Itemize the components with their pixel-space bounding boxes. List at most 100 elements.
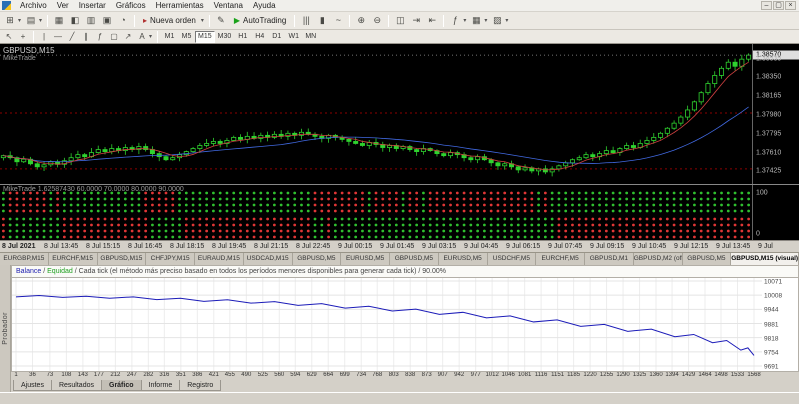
menu-insertar[interactable]: Insertar [74,1,111,10]
menu-ventana[interactable]: Ventana [209,1,248,10]
time-axis-label: 9 Jul 10:45 [632,243,666,250]
timeframe-mn-button[interactable]: MN [302,31,319,43]
balance-x-label: 490 [241,372,251,378]
chart-tab-eurchf-m15[interactable]: EURCHF,M15 [49,253,98,265]
balance-axis-label: 10008 [764,293,782,300]
fibonacci-icon[interactable]: ƒ [93,31,107,43]
tester-tab-informe[interactable]: Informe [141,380,181,391]
timeframe-m30-button[interactable]: M30 [215,31,235,43]
mt4-window: ArchivoVerInsertarGráficosHerramientasVe… [0,0,799,404]
trendline-icon[interactable]: ╱ [65,31,79,43]
balance-x-label: 282 [143,372,153,378]
market-watch-icon[interactable]: ▦ [51,13,67,29]
chart-tab-gbpusd-m2-offline[interactable]: GBPUSD,M2 (offline) [634,253,683,265]
timeframe-d1-button[interactable]: D1 [268,31,285,43]
balance-x-label: 1081 [518,372,531,378]
price-axis-label: 1.37425 [756,168,781,175]
dropdown-caret-icon[interactable]: ▾ [463,17,466,24]
new-order-icon: ▸ [143,17,147,25]
arrows-icon[interactable]: ↗ [121,31,135,43]
time-axis-label: 9 Jul 12:15 [674,243,708,250]
channel-icon[interactable]: ∥ [79,31,93,43]
dropdown-caret-icon[interactable]: ▾ [18,17,21,24]
timeframe-w1-button[interactable]: W1 [285,31,302,43]
chart-tab-usdcad-m15[interactable]: USDCAD,M15 [244,253,293,265]
timeframe-h4-button[interactable]: H4 [251,31,268,43]
chart-tab-chfjpy-m15[interactable]: CHFJPY,M15 [146,253,195,265]
candle-chart-icon[interactable]: ▮ [314,13,330,29]
restore-button[interactable]: ▢ [773,1,784,10]
menu-bar: ArchivoVerInsertarGráficosHerramientasVe… [0,0,799,12]
chart-tab-eurusd-m5[interactable]: EURUSD,M5 [439,253,488,265]
crosshair-icon[interactable]: + [16,31,30,43]
dropdown-caret-icon[interactable]: ▾ [149,33,152,40]
vertical-line-icon[interactable]: | [37,31,51,43]
strategy-tester-icon[interactable]: ◔ [115,13,131,29]
menu-ver[interactable]: Ver [52,1,74,10]
profiles-icon[interactable]: ▤ [23,13,39,29]
timeframe-m1-button[interactable]: M1 [161,31,178,43]
tester-tab-ajustes[interactable]: Ajustes [13,380,52,391]
menu-herramientas[interactable]: Herramientas [151,1,209,10]
chart-tab-eurusd-m5[interactable]: EURUSD,M5 [341,253,390,265]
horizontal-line-icon[interactable]: — [51,31,65,43]
chart-tab-gbpusd-m5[interactable]: GBPUSD,M5 [293,253,342,265]
close-button[interactable]: × [785,1,796,10]
timeframe-h1-button[interactable]: H1 [234,31,251,43]
price-chart-window: GBPUSD,M15 MikeTrade 1.38570 1.385351.38… [0,44,799,184]
timeframe-m15-button[interactable]: M15 [195,31,215,43]
menu-archivo[interactable]: Archivo [15,1,52,10]
text-label-icon[interactable]: A [135,31,149,43]
bar-chart-icon[interactable]: ||| [298,13,314,29]
navigator-icon[interactable]: ▥ [83,13,99,29]
metaeditor-icon[interactable]: ✎ [213,13,229,29]
dropdown-caret-icon[interactable]: ▾ [505,17,508,24]
terminal-icon[interactable]: ▣ [99,13,115,29]
menu-ayuda[interactable]: Ayuda [248,1,281,10]
timeframe-m5-button[interactable]: M5 [178,31,195,43]
dropdown-caret-icon[interactable]: ▾ [39,17,42,24]
chart-tab-gbpusd-m5[interactable]: GBPUSD,M5 [683,253,732,265]
chart-tab-gbpusd-m5[interactable]: GBPUSD,M5 [390,253,439,265]
indicators-icon[interactable]: ƒ [447,13,463,29]
chart-tab-gbpusd-m1[interactable]: GBPUSD,M1 [585,253,634,265]
shapes-icon[interactable]: ▢ [107,31,121,43]
data-window-icon[interactable]: ◧ [67,13,83,29]
chart-tab-euraud-m15[interactable]: EURAUD,M15 [195,253,244,265]
chart-shift-icon[interactable]: ⇤ [424,13,440,29]
vertical-line-icon: | [43,33,45,41]
autotrading-button[interactable]: ▶AutoTrading [229,13,291,29]
zoom-out-icon[interactable]: ⊖ [369,13,385,29]
tester-tab-resultados[interactable]: Resultados [51,380,102,391]
fibonacci-icon: ƒ [98,33,102,41]
templates-icon[interactable]: ▨ [489,13,505,29]
tile-windows-icon[interactable]: ◫ [392,13,408,29]
price-chart-canvas[interactable] [0,44,752,184]
tester-tab-gr-fico[interactable]: Gráfico [101,380,142,391]
chart-tab-eurgbp-m15[interactable]: EURGBP,M15 [0,253,49,265]
line-chart-icon[interactable]: ~ [330,13,346,29]
balance-x-label: 803 [389,372,399,378]
new-order-button[interactable]: ▸Nueva orden [138,13,201,29]
chart-tab-usdchf-m5[interactable]: USDCHF,M5 [488,253,537,265]
dropdown-caret-icon[interactable]: ▾ [484,17,487,24]
chart-tab-gbpusd-m15[interactable]: GBPUSD,M15 [98,253,147,265]
chart-tab-eurchf-m5[interactable]: EURCHF,M5 [536,253,585,265]
toolbar-separator [443,15,444,27]
tester-tab-registro[interactable]: Registro [179,380,221,391]
balance-x-label: 768 [372,372,382,378]
time-axis-label: 8 Jul 19:45 [212,243,246,250]
channel-icon: ∥ [84,33,88,41]
periods-dropdown-icon[interactable]: ▦ [468,13,484,29]
new-chart-icon[interactable]: ⊞ [2,13,18,29]
auto-scroll-icon[interactable]: ⇥ [408,13,424,29]
indicator-canvas[interactable] [0,185,752,240]
minimize-button[interactable]: – [761,1,772,10]
balance-x-label: 525 [258,372,268,378]
chart-tab-gbpusd-m15-visual[interactable]: GBPUSD,M15 (visual) [731,253,799,265]
menu-gr-ficos[interactable]: Gráficos [111,1,151,10]
zoom-in-icon[interactable]: ⊕ [353,13,369,29]
price-axis-label: 1.38165 [756,93,781,100]
cursor-icon[interactable]: ↖ [2,31,16,43]
dropdown-caret-icon[interactable]: ▾ [201,17,204,24]
